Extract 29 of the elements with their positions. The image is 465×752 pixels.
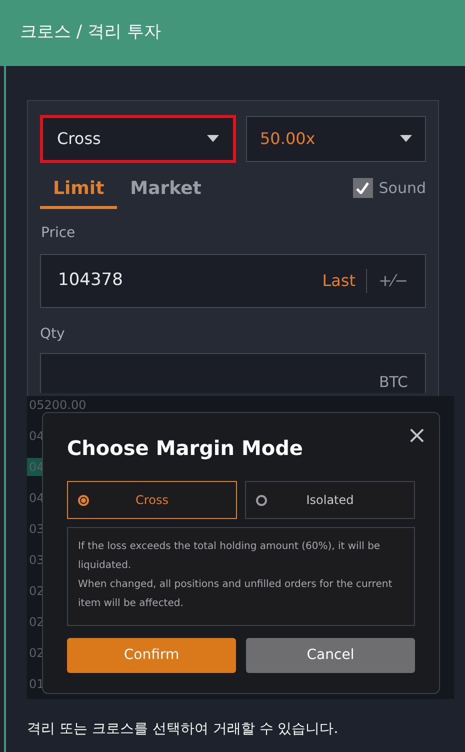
margin-mode-select[interactable]: Cross (40, 115, 236, 163)
last-price-button[interactable]: Last (322, 269, 367, 293)
price-field[interactable]: 104378 Last +⁄− (40, 254, 426, 308)
caret-icon (207, 135, 219, 143)
caret-icon (400, 135, 412, 143)
margin-option[interactable]: Isolated (245, 481, 415, 519)
caption-text: 격리 또는 크로스를 선택하여 거래할 수 있습니다. (26, 720, 340, 739)
description-text: When changed, all positions and unfilled orders for the current item will be affected. (78, 578, 394, 611)
price-label: Price (41, 224, 76, 243)
margin-option[interactable]: Cross (67, 481, 237, 519)
page-title: 크로스 / 격리 투자 (20, 21, 161, 44)
qty-field[interactable]: BTC (40, 353, 426, 393)
sound-checkbox[interactable] (352, 178, 373, 198)
plus-minus-button[interactable]: +⁄− (366, 269, 408, 293)
sound-label: Sound (378, 178, 426, 199)
order-book-price: 01 (28, 676, 46, 693)
price-value: 104378 (58, 269, 123, 292)
leverage-select[interactable]: 50.00x (246, 116, 426, 162)
description-text: If the loss exceeds the total holding amount (60%), it will be liquidated. (78, 540, 382, 573)
qty-label: Qty (40, 325, 65, 344)
close-button[interactable]: × (406, 423, 427, 447)
order-book-price: 05200.00 (28, 397, 88, 414)
order-type-tab[interactable]: Limit (40, 171, 118, 209)
confirm-button[interactable]: Confirm (67, 638, 236, 673)
cancel-button[interactable]: Cancel (246, 638, 415, 673)
checkmark-icon (356, 182, 370, 194)
dialog-title: Choose Margin Mode (67, 435, 303, 462)
order-type-tab[interactable]: Market (117, 171, 214, 209)
qty-unit: BTC (378, 372, 408, 392)
